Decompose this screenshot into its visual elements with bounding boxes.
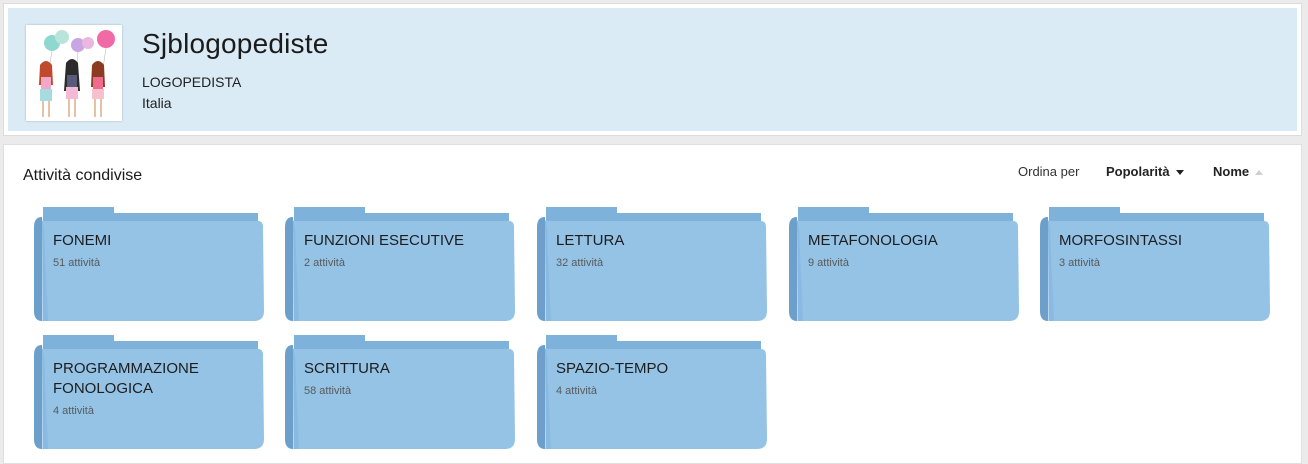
- folder-title: SCRITTURA: [304, 360, 390, 377]
- folder-title: FUNZIONI ESECUTIVE: [304, 232, 465, 249]
- folder-title: MORFOSINTASSI: [1059, 232, 1183, 249]
- folder-activity-count: 3 attività: [1059, 257, 1100, 269]
- folder-activity-count: 2 attività: [304, 257, 345, 269]
- folder-scrittura[interactable]: SCRITTURA 58 attività: [285, 335, 517, 449]
- folder-title: FONEMI: [53, 232, 112, 249]
- section-title: Attività condivise: [23, 167, 143, 184]
- folder-activity-count: 4 attività: [556, 385, 597, 397]
- folder-title: METAFONOLOGIA: [808, 232, 938, 249]
- folder-activity-count: 58 attività: [304, 385, 352, 397]
- sort-label: Ordina per: [1018, 164, 1080, 179]
- folder-fonemi[interactable]: FONEMI 51 attività: [34, 207, 266, 321]
- profile-name: Sjblogopediste: [142, 28, 329, 59]
- profile-header-background: Sjblogopediste LOGOPEDISTA Italia: [8, 8, 1297, 131]
- folder-lettura[interactable]: LETTURA 32 attività: [537, 207, 769, 321]
- caret-down-icon: [1175, 170, 1184, 176]
- folder-spazio-tempo[interactable]: SPAZIO-TEMPO 4 attività: [537, 335, 769, 449]
- sort-popularity-label: Popolarità: [1106, 164, 1170, 179]
- folder-metafonologia[interactable]: METAFONOLOGIA 9 attività: [789, 207, 1021, 321]
- folder-title: PROGRAMMAZIONE FONOLOGICA: [53, 360, 199, 397]
- folder-title: SPAZIO-TEMPO: [556, 360, 669, 377]
- folder-title: LETTURA: [556, 232, 625, 249]
- sort-by-popularity-button[interactable]: Popolarità: [1106, 164, 1184, 179]
- folder-programmazione-fonologica[interactable]: PROGRAMMAZIONE FONOLOGICA 4 attività: [34, 335, 266, 449]
- caret-up-icon: [1255, 170, 1264, 176]
- avatar[interactable]: [26, 25, 122, 121]
- sort-name-label: Nome: [1213, 164, 1250, 179]
- folder-activity-count: 32 attività: [556, 257, 604, 269]
- folder-funzioni-esecutive[interactable]: FUNZIONI ESECUTIVE 2 attività: [285, 207, 517, 321]
- folder-activity-count: 51 attività: [53, 257, 101, 269]
- folder-activity-count: 9 attività: [808, 257, 849, 269]
- profile-header: Sjblogopediste LOGOPEDISTA Italia: [3, 3, 1302, 136]
- folder-morfosintassi[interactable]: MORFOSINTASSI 3 attività: [1040, 207, 1272, 321]
- profile-role: LOGOPEDISTA: [142, 74, 242, 90]
- folder-activity-count: 4 attività: [53, 405, 94, 417]
- shared-activities-panel: Attività condivise Ordina per Popolarità…: [3, 144, 1302, 464]
- sort-by-name-button[interactable]: Nome: [1213, 164, 1264, 179]
- profile-country: Italia: [142, 95, 172, 111]
